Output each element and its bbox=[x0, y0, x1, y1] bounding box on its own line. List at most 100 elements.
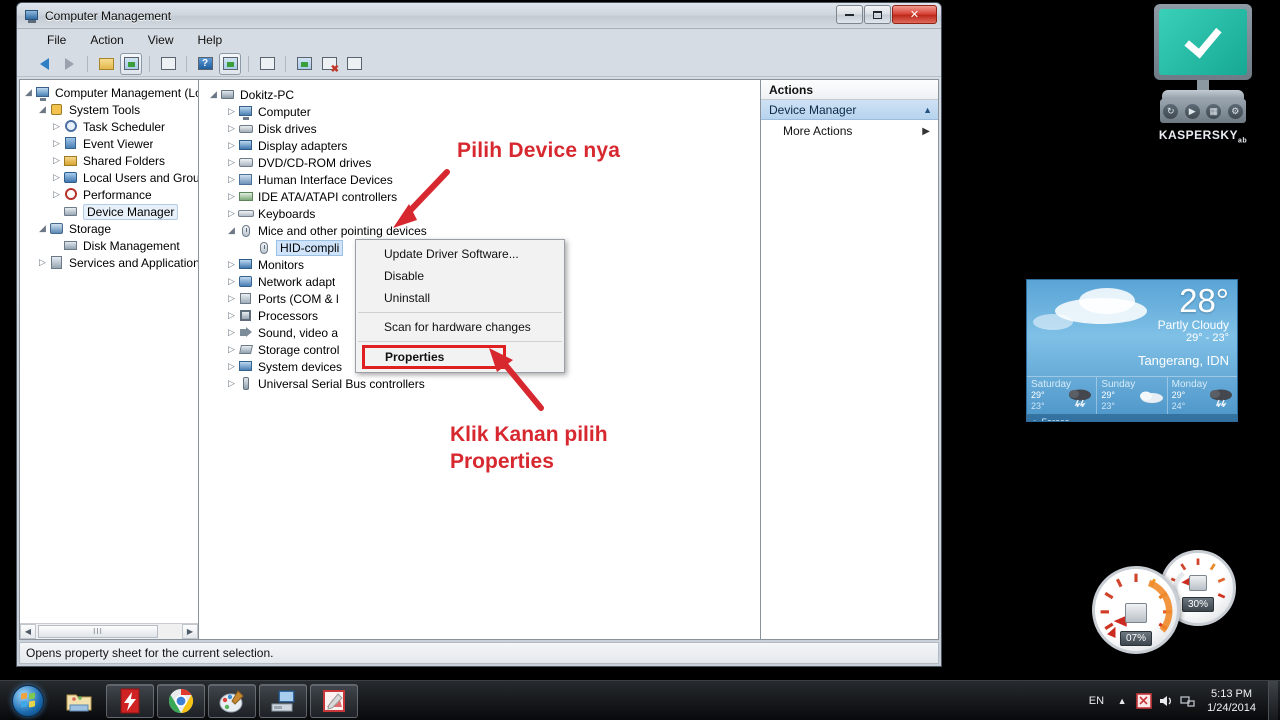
system-tray[interactable]: EN ▲ 5:13 PM bbox=[1082, 681, 1280, 720]
tree-item-system-tools[interactable]: ◢System Tools bbox=[20, 101, 198, 118]
scan-icon[interactable]: ▶ bbox=[1185, 104, 1200, 119]
expand-arrow-icon[interactable]: ▷ bbox=[225, 310, 238, 321]
toolbar[interactable]: ? ✖ bbox=[17, 51, 941, 77]
expand-arrow-icon[interactable]: ▷ bbox=[225, 123, 238, 134]
context-menu-item-disable[interactable]: Disable bbox=[356, 265, 564, 287]
expand-arrow-icon[interactable]: ▷ bbox=[50, 138, 63, 149]
tree-item-performance[interactable]: ▷Performance bbox=[20, 186, 198, 203]
scroll-left-button[interactable]: ◀ bbox=[20, 624, 36, 639]
tray-language[interactable]: EN bbox=[1082, 695, 1111, 707]
tree-item-disk-drives[interactable]: ▷Disk drives bbox=[205, 120, 760, 137]
volume-icon[interactable] bbox=[1155, 688, 1177, 714]
uninstall-device-icon[interactable]: ✖ bbox=[318, 53, 340, 75]
show-desktop-button[interactable] bbox=[1268, 681, 1278, 720]
expand-arrow-icon[interactable]: ▷ bbox=[225, 208, 238, 219]
tree-item-dokitz-pc[interactable]: ◢Dokitz-PC bbox=[205, 86, 760, 103]
tree-item-event-viewer[interactable]: ▷Event Viewer bbox=[20, 135, 198, 152]
expand-arrow-icon[interactable]: ▷ bbox=[225, 259, 238, 270]
expand-arrow-icon[interactable]: ▷ bbox=[225, 157, 238, 168]
tree-item-disk-management[interactable]: Disk Management bbox=[20, 237, 198, 254]
tree-item-services-and-applications[interactable]: ▷Services and Applications bbox=[20, 254, 198, 271]
close-button[interactable]: ✕ bbox=[892, 5, 937, 24]
maximize-button[interactable] bbox=[864, 5, 891, 24]
report-icon[interactable]: ▦ bbox=[1206, 104, 1221, 119]
settings-icon[interactable]: ⚙ bbox=[1228, 104, 1243, 119]
taskbar-computer-management[interactable] bbox=[259, 684, 307, 718]
expand-arrow-icon[interactable]: ▷ bbox=[36, 257, 49, 268]
menu-file[interactable]: File bbox=[35, 31, 78, 49]
collapse-arrow-icon[interactable]: ◢ bbox=[225, 225, 238, 236]
collapse-arrow-icon[interactable]: ◢ bbox=[22, 87, 35, 98]
show-hide-action-pane-icon[interactable] bbox=[219, 53, 241, 75]
taskbar-windows-explorer[interactable] bbox=[55, 684, 103, 718]
expand-arrow-icon[interactable]: ▷ bbox=[225, 140, 238, 151]
minimize-button[interactable] bbox=[836, 5, 863, 24]
tree-item-computer[interactable]: ▷Computer bbox=[205, 103, 760, 120]
expand-arrow-icon[interactable]: ▷ bbox=[50, 189, 63, 200]
window-titlebar[interactable]: Computer Management ✕ bbox=[17, 3, 941, 29]
expand-arrow-icon[interactable]: ▷ bbox=[225, 378, 238, 389]
hscroll-thumb[interactable]: III bbox=[38, 625, 158, 638]
taskbar-google-chrome[interactable] bbox=[157, 684, 205, 718]
expand-arrow-icon[interactable]: ▷ bbox=[225, 327, 238, 338]
expand-arrow-icon[interactable]: ▷ bbox=[225, 361, 238, 372]
console-tree-pane[interactable]: ◢Computer Management (Local◢System Tools… bbox=[19, 79, 199, 640]
actions-row-more-actions[interactable]: More Actions ▶ bbox=[761, 120, 938, 142]
expand-arrow-icon[interactable]: ▷ bbox=[225, 276, 238, 287]
help-icon[interactable]: ? bbox=[194, 53, 216, 75]
update-driver-icon[interactable] bbox=[293, 53, 315, 75]
chevron-up-icon[interactable]: ▲ bbox=[923, 105, 932, 115]
expand-arrow-icon[interactable]: ▷ bbox=[225, 174, 238, 185]
disable-device-icon[interactable] bbox=[343, 53, 365, 75]
console-tree[interactable]: ◢Computer Management (Local◢System Tools… bbox=[20, 80, 198, 271]
context-menu-item-scan-for-hardware-changes[interactable]: Scan for hardware changes bbox=[356, 316, 564, 338]
show-hidden-icons-button[interactable]: ▲ bbox=[1111, 688, 1133, 714]
context-menu-item-update-driver-software[interactable]: Update Driver Software... bbox=[356, 243, 564, 265]
menu-help[interactable]: Help bbox=[186, 31, 235, 49]
tree-item-task-scheduler[interactable]: ▷Task Scheduler bbox=[20, 118, 198, 135]
expand-arrow-icon[interactable]: ▷ bbox=[225, 191, 238, 202]
expand-arrow-icon[interactable]: ▷ bbox=[225, 344, 238, 355]
tree-item-ide-ata-atapi-controllers[interactable]: ▷IDE ATA/ATAPI controllers bbox=[205, 188, 760, 205]
console-tree-hscrollbar[interactable]: ◀ III ▶ bbox=[20, 623, 198, 639]
kaspersky-gadget[interactable]: ↻ ▶ ▦ ⚙ KASPERSKYab bbox=[1148, 2, 1258, 152]
update-icon[interactable]: ↻ bbox=[1163, 104, 1178, 119]
menu-view[interactable]: View bbox=[136, 31, 186, 49]
back-arrow-icon[interactable] bbox=[33, 53, 55, 75]
system-meters-gadget[interactable]: 30% 07% bbox=[1088, 548, 1248, 656]
taskbar-red-lightning-app[interactable] bbox=[106, 684, 154, 718]
scan-hardware-icon[interactable] bbox=[256, 53, 278, 75]
menu-bar[interactable]: File Action View Help bbox=[17, 29, 941, 51]
cpu-meter[interactable]: 07% bbox=[1092, 566, 1180, 654]
chevron-right-icon[interactable]: ▶ bbox=[922, 126, 938, 137]
expand-arrow-icon[interactable]: ▷ bbox=[50, 172, 63, 183]
collapse-arrow-icon[interactable]: ◢ bbox=[207, 89, 220, 100]
computer-management-window[interactable]: Computer Management ✕ File Action View H… bbox=[16, 2, 942, 667]
context-menu-item-uninstall[interactable]: Uninstall bbox=[356, 287, 564, 309]
network-icon[interactable] bbox=[1177, 688, 1199, 714]
up-folder-icon[interactable] bbox=[95, 53, 117, 75]
tree-item-computer-management-local[interactable]: ◢Computer Management (Local bbox=[20, 84, 198, 101]
tree-item-shared-folders[interactable]: ▷Shared Folders bbox=[20, 152, 198, 169]
tree-item-keyboards[interactable]: ▷Keyboards bbox=[205, 205, 760, 222]
collapse-arrow-icon[interactable]: ◢ bbox=[36, 104, 49, 115]
tree-item-human-interface-devices[interactable]: ▷Human Interface Devices bbox=[205, 171, 760, 188]
properties-icon[interactable] bbox=[157, 53, 179, 75]
kaspersky-button-bar[interactable]: ↻ ▶ ▦ ⚙ bbox=[1160, 99, 1246, 123]
tree-item-device-manager[interactable]: Device Manager bbox=[20, 203, 198, 220]
weather-gadget[interactable]: 28° Partly Cloudy 29° - 23° Tangerang, I… bbox=[1026, 279, 1238, 422]
taskbar[interactable]: EN ▲ 5:13 PM bbox=[0, 680, 1280, 720]
actions-pane[interactable]: Actions Device Manager ▲ More Actions ▶ bbox=[761, 79, 939, 640]
tree-item-local-users-and-groups[interactable]: ▷Local Users and Groups bbox=[20, 169, 198, 186]
forward-arrow-icon[interactable] bbox=[58, 53, 80, 75]
scroll-right-button[interactable]: ▶ bbox=[182, 624, 198, 639]
clock[interactable]: 5:13 PM 1/24/2014 bbox=[1199, 687, 1264, 715]
collapse-arrow-icon[interactable]: ◢ bbox=[36, 223, 49, 234]
menu-action[interactable]: Action bbox=[78, 31, 135, 49]
start-orb-icon[interactable] bbox=[4, 683, 52, 719]
expand-arrow-icon[interactable]: ▷ bbox=[225, 293, 238, 304]
actions-group-device-manager[interactable]: Device Manager ▲ bbox=[761, 100, 938, 120]
expand-arrow-icon[interactable]: ▷ bbox=[50, 121, 63, 132]
taskbar-image-editor-app[interactable] bbox=[310, 684, 358, 718]
window-controls[interactable]: ✕ bbox=[836, 5, 937, 24]
